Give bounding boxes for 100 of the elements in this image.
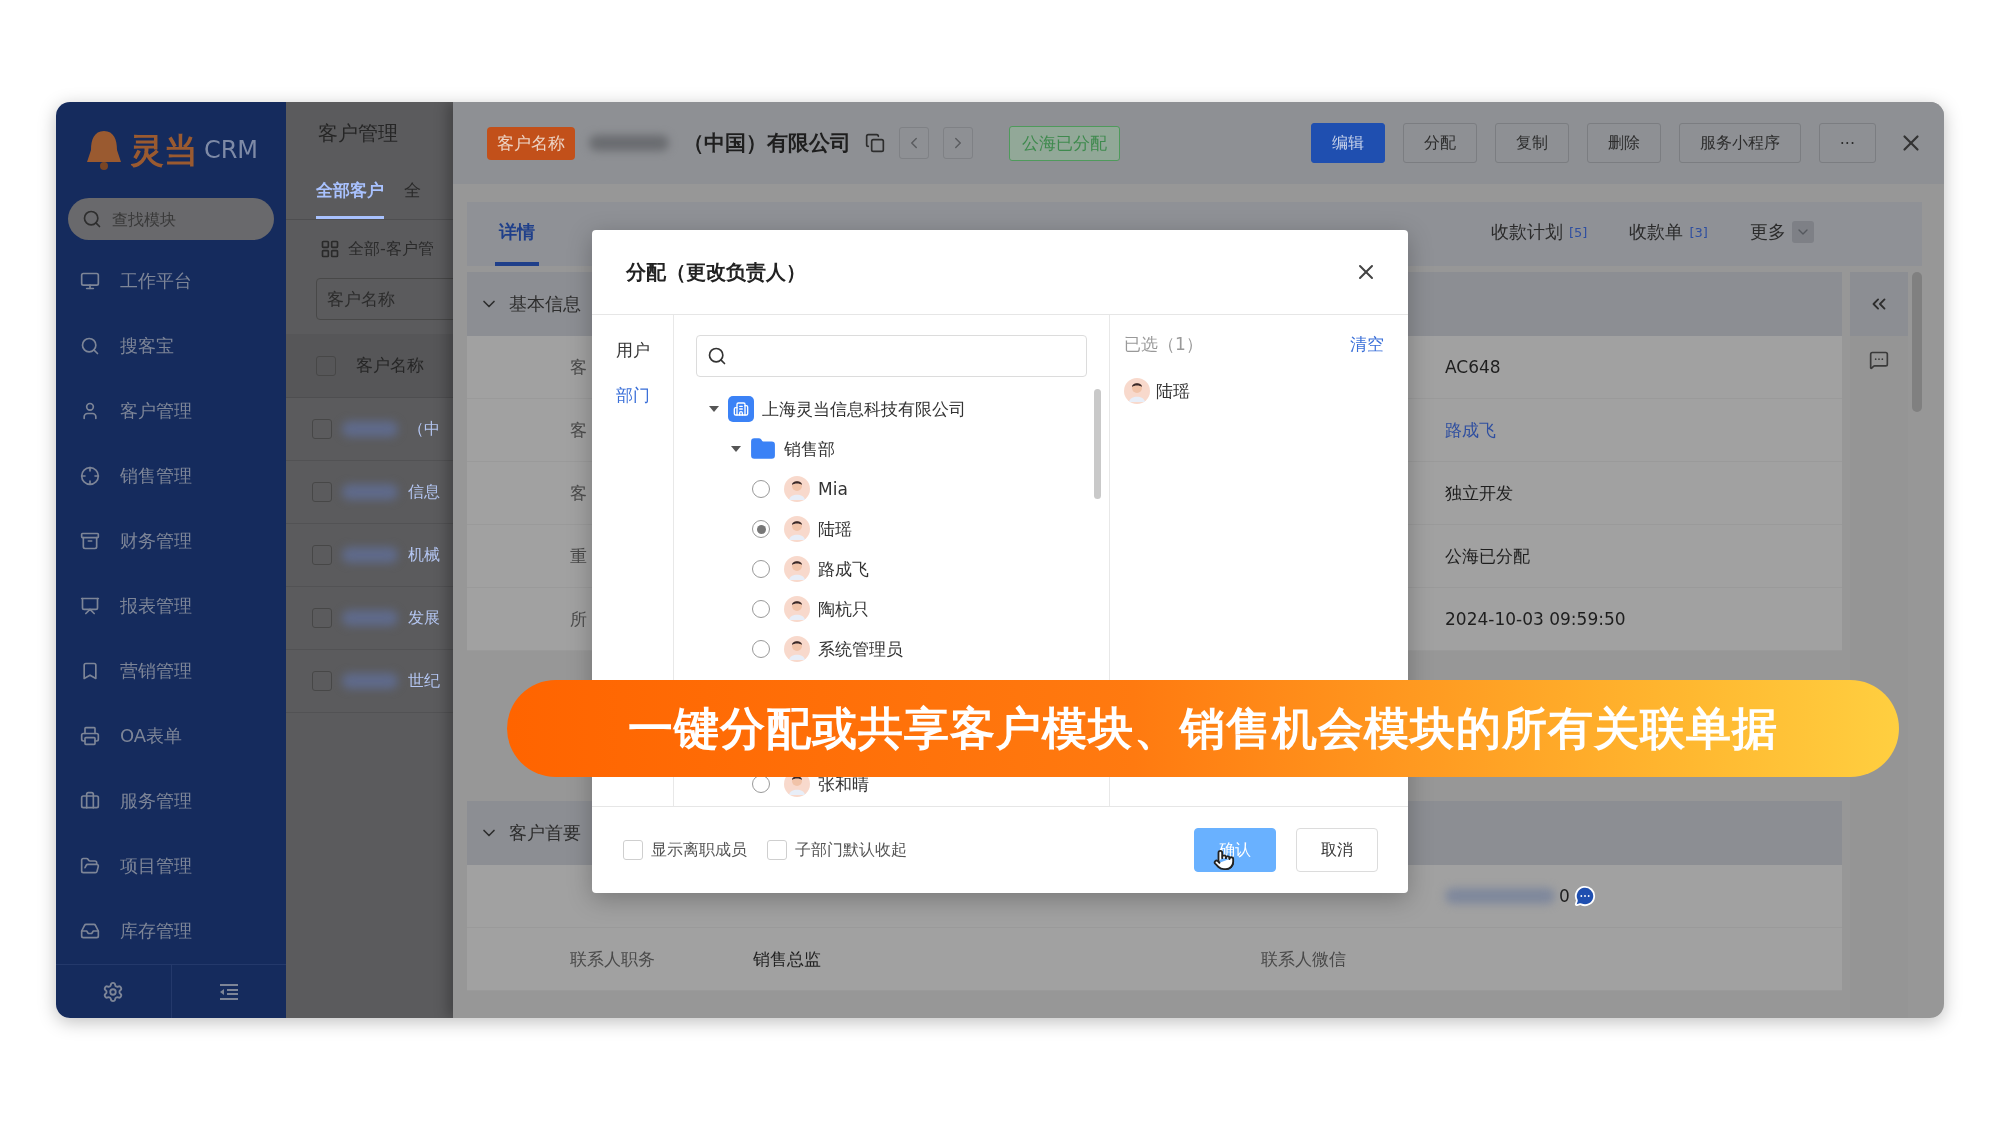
cancel-button[interactable]: 取消 (1296, 828, 1378, 872)
section-title: 客户首要 (509, 821, 581, 845)
sidebar-item-label: 服务管理 (120, 788, 192, 813)
action-button[interactable]: 服务小程序 (1678, 123, 1801, 163)
tree-node-label: 上海灵当信息科技有限公司 (762, 397, 966, 421)
mode-tab[interactable]: 部门 (615, 384, 650, 407)
scrollbar[interactable] (1094, 389, 1101, 499)
sidebar-item-label: 销售管理 (120, 463, 192, 488)
detail-tab[interactable]: 详情 (495, 202, 539, 266)
chevron-down-icon (1791, 221, 1814, 243)
logo-suffix: CRM (203, 138, 259, 162)
field-label: 客 (570, 419, 587, 440)
settings-icon[interactable] (102, 980, 125, 1003)
next-button[interactable] (943, 127, 973, 159)
blurred-text (342, 547, 398, 563)
customer-name[interactable]: 机械 (408, 544, 440, 566)
field-value: 独立开发 (1445, 482, 1513, 503)
avatar-icon (784, 516, 810, 542)
sidebar-item[interactable]: OA表单 (56, 703, 286, 768)
sidebar-item-label: 库存管理 (120, 918, 192, 943)
user-icon (80, 400, 100, 421)
dialog-title: 分配（更改负责人） (626, 258, 806, 286)
customer-name[interactable]: （中 (408, 418, 440, 440)
detail-tab[interactable]: 更多 (1745, 202, 1818, 266)
comment-icon[interactable] (1869, 350, 1889, 370)
sidebar-item-label: 报表管理 (120, 593, 192, 618)
blurred-text (342, 673, 398, 689)
list-tab[interactable]: 全部客户 (316, 164, 384, 219)
type-tag: 客户名称 (487, 126, 575, 160)
search-field[interactable] (696, 335, 1087, 377)
sidebar-item[interactable]: 服务管理 (56, 768, 286, 833)
bookmark-icon (80, 660, 100, 681)
logo-text: 灵当 (129, 133, 198, 167)
sidebar-item[interactable]: 工作平台 (56, 248, 286, 313)
briefcase-icon (80, 790, 100, 811)
sidebar-item-label: OA表单 (120, 723, 183, 748)
tree-node-label: 销售部 (784, 437, 835, 461)
sidebar-item[interactable]: 搜客宝 (56, 313, 286, 378)
action-button[interactable]: 删除 (1586, 123, 1661, 163)
field-label: 重 (570, 545, 587, 566)
avatar-icon (1124, 378, 1150, 404)
printer-icon (80, 725, 100, 746)
collapse-menu-icon[interactable] (217, 982, 240, 1001)
monitor-icon (80, 270, 100, 291)
folder-icon (80, 855, 100, 876)
folder-icon (750, 436, 776, 462)
sidebar-item[interactable]: 销售管理 (56, 443, 286, 508)
customer-name[interactable]: 发展 (408, 607, 440, 629)
sidebar-item[interactable]: 报表管理 (56, 573, 286, 638)
mode-tab[interactable]: 用户 (615, 339, 650, 362)
field-label: 联系人微信 (1261, 948, 1346, 969)
search-icon (707, 346, 727, 366)
member-name: Mia (818, 479, 848, 499)
action-button[interactable]: 编辑 (1310, 123, 1385, 163)
sidebar-item[interactable]: 项目管理 (56, 833, 286, 898)
grid-icon (320, 239, 340, 259)
box-icon (80, 530, 100, 551)
field-value: 路成飞 (1445, 419, 1496, 440)
blurred-text (342, 484, 398, 500)
tree-node[interactable]: 上海灵当信息科技有限公司 (696, 389, 1094, 429)
sidebar-item-label: 财务管理 (120, 528, 192, 553)
field-value: 销售总监 (753, 948, 821, 969)
option-label: 显示离职成员 (651, 839, 747, 861)
sidebar-item[interactable]: 客户管理 (56, 378, 286, 443)
action-button[interactable]: 分配 (1402, 123, 1477, 163)
previous-button[interactable] (899, 127, 929, 159)
customer-name[interactable]: 世纪 (408, 670, 440, 692)
selected-member: 陆瑶 (1156, 379, 1190, 403)
copy-icon[interactable] (865, 133, 885, 153)
tree-node[interactable]: 销售部 (696, 429, 1094, 469)
sidebar-item-label: 客户管理 (120, 398, 192, 423)
member-name: 陆瑶 (818, 517, 852, 541)
action-button[interactable]: 复制 (1494, 123, 1569, 163)
search-icon (82, 209, 102, 229)
field-value: 公海已分配 (1445, 545, 1530, 566)
member-name: 路成飞 (818, 557, 869, 581)
field-label: 所 (570, 608, 587, 629)
crosshair-icon (80, 465, 100, 486)
caption-banner: 一键分配或共享客户模块、销售机会模块的所有关联单据 (507, 680, 1899, 777)
phone-number: 0 (1559, 886, 1570, 906)
sidebar-item-label: 工作平台 (120, 268, 192, 293)
clear-link[interactable]: 清空 (1350, 333, 1384, 356)
sidebar-item[interactable]: 财务管理 (56, 508, 286, 573)
blurred-text (342, 610, 398, 626)
sidebar-item-label: 搜客宝 (120, 333, 174, 358)
sidebar-item[interactable]: 营销管理 (56, 638, 286, 703)
sidebar-item[interactable]: 库存管理 (56, 898, 286, 963)
chat-icon[interactable] (1573, 885, 1596, 907)
member-name: 系统管理员 (818, 637, 903, 661)
field-label: 联系人职务 (570, 948, 655, 969)
blurred-text (342, 421, 398, 437)
customer-name[interactable]: 信息 (408, 481, 440, 503)
sidebar-item-label: 项目管理 (120, 853, 192, 878)
field-label: 客 (570, 482, 587, 503)
building-icon (728, 396, 754, 422)
avatar-icon (784, 476, 810, 502)
customer-title: （中国）有限公司 (683, 130, 851, 157)
avatar-icon (784, 636, 810, 662)
field-value: AC648 (1445, 357, 1501, 377)
action-button[interactable]: ··· (1818, 123, 1876, 163)
